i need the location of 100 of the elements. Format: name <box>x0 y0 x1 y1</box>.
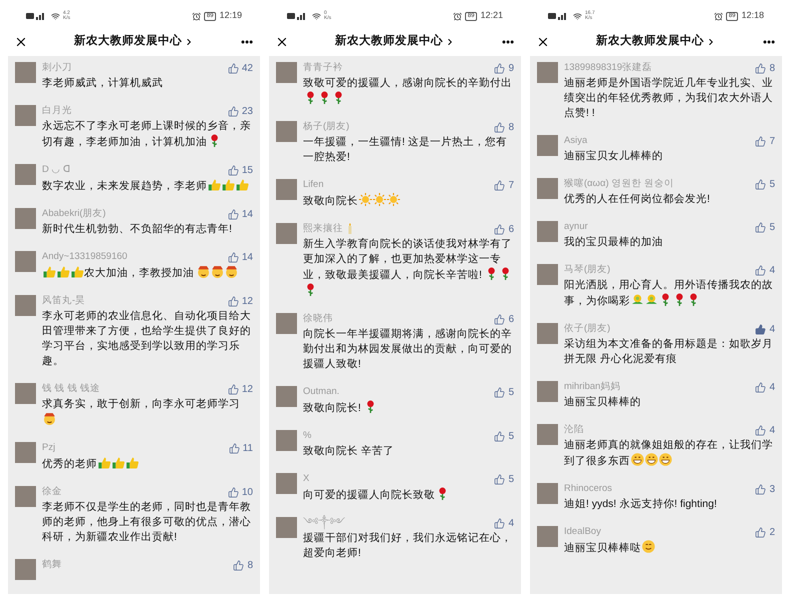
avatar-photo-placeholder <box>537 483 558 504</box>
comment-text: 求真务实，敢于创新，向李永可老师学习 <box>42 398 240 410</box>
alarm-icon <box>192 12 201 20</box>
grinning-face-icon <box>630 453 644 466</box>
commenter-name: 熙来攘往 <box>303 222 343 234</box>
avatar-photo-placeholder <box>276 473 297 494</box>
commenter-name: 青青子衿 <box>303 62 343 73</box>
like-button[interactable]: 6 <box>494 312 514 326</box>
comment-text: 援疆干部们对我们好，我们永远铭记在心，超爱向老师! <box>303 532 512 559</box>
commenter-name: 风笛丸-昊 <box>42 294 86 306</box>
thumbs-up-icon <box>56 265 70 278</box>
like-button[interactable]: 5 <box>755 176 775 192</box>
commenter-name: Pzj <box>42 442 56 453</box>
like-button[interactable]: 42 <box>228 60 253 76</box>
hat-face-icon <box>211 265 224 278</box>
commenter-name: % <box>303 430 312 441</box>
comment-text: 永远忘不了李永可老师上课时候的乡音，亲 <box>42 120 251 132</box>
thumbs-up-icon <box>494 180 506 190</box>
comment-text: 我的宝贝最棒的加油 <box>564 236 663 248</box>
comment-text: 迪丽老师真的就像姐姐般的存在，让我们学 <box>564 439 773 451</box>
commenter-name: Rhinoceros <box>564 482 612 494</box>
close-button[interactable] <box>275 35 289 49</box>
comment-text: 农大加油，李教授加油 <box>84 267 195 279</box>
comment-text: 阳光洒脱，用心育人。用外语传播我农的故 <box>564 279 773 291</box>
like-button[interactable]: 5 <box>494 472 514 486</box>
comment-text: 业，致敬最美援疆人，向院长辛苦啦! <box>303 269 483 281</box>
like-button[interactable]: 4 <box>755 262 775 278</box>
thumbs-up-icon <box>228 442 240 454</box>
close-button[interactable] <box>14 35 28 49</box>
like-button[interactable]: 15 <box>228 162 253 178</box>
like-button[interactable]: 5 <box>755 220 775 234</box>
avatar-photo-placeholder <box>537 264 558 285</box>
like-button[interactable]: 12 <box>228 294 253 308</box>
like-button[interactable]: 9 <box>494 60 514 76</box>
like-button[interactable]: 7 <box>755 134 775 148</box>
alarm-icon <box>452 12 462 20</box>
sun-icon <box>386 193 400 206</box>
thumbs-up-icon <box>494 474 506 484</box>
like-button[interactable]: 8 <box>494 120 514 134</box>
like-button[interactable]: 4 <box>755 422 775 438</box>
like-button[interactable]: 14 <box>228 206 253 222</box>
comment-text: 到了很多东西 <box>564 455 630 467</box>
like-button[interactable]: 8 <box>755 60 775 76</box>
like-button[interactable]: 11 <box>228 440 253 456</box>
commenter-name: mihriban妈妈 <box>564 380 620 392</box>
commenter-name: Outman. <box>303 386 340 397</box>
like-button[interactable]: 12 <box>228 382 253 396</box>
avatar-photo-placeholder <box>276 223 297 244</box>
thumbs-up-icon <box>228 486 239 498</box>
commenter-name: 徐金 <box>42 486 62 497</box>
thumbs-up-icon <box>755 264 766 276</box>
like-button[interactable]: 23 <box>228 104 253 118</box>
like-button[interactable]: 5 <box>494 428 514 444</box>
commenter-name: 猴噻(αωα) 영원한 원숭이 <box>564 178 674 189</box>
close-icon <box>536 35 550 49</box>
like-button[interactable]: 2 <box>755 524 775 540</box>
avatar-photo-placeholder <box>537 526 558 547</box>
like-button[interactable]: 10 <box>228 484 253 500</box>
thumbs-up-icon <box>70 265 84 278</box>
commenter-name: 刺小刀 <box>42 62 72 73</box>
avatar-photo-placeholder <box>15 486 36 507</box>
like-button[interactable]: 7 <box>494 178 514 192</box>
avatar-photo-placeholder <box>15 62 36 83</box>
thumbs-up-icon <box>755 324 766 334</box>
avatar-photo-placeholder <box>276 517 297 538</box>
thumbs-up-icon <box>42 265 56 278</box>
commenter-name: 依子(朋友) <box>564 322 610 334</box>
commenter-name: 沦陷 <box>564 424 584 435</box>
commenter-name: 13899898319张建磊 <box>564 62 652 73</box>
thumbs-up-icon <box>228 296 239 306</box>
avatar-photo-placeholder <box>15 164 36 185</box>
like-button[interactable]: 4 <box>755 380 775 394</box>
avatar-photo-placeholder <box>15 105 36 126</box>
comment-text: 迪姐! yyds! 永远支持你! fighting! <box>564 498 717 510</box>
like-button[interactable]: 6 <box>494 222 514 236</box>
commenter-name: 钱 钱 钱 钱途 <box>42 382 100 394</box>
wifi-icon <box>51 12 60 20</box>
like-button[interactable]: 5 <box>494 384 514 400</box>
comment-text: 优秀的老师 <box>42 458 97 470</box>
comment-text: 优秀的人在任何岗位都会发光! <box>564 193 710 205</box>
avatar-photo-placeholder <box>537 62 558 83</box>
flower-icon <box>630 293 644 306</box>
thumbs-up-icon <box>494 224 506 234</box>
like-button[interactable]: 4 <box>494 516 514 530</box>
like-button[interactable]: 4 <box>755 322 775 336</box>
hat-face-icon <box>42 412 56 425</box>
thumbs-up-icon <box>126 456 138 469</box>
like-button[interactable]: 14 <box>228 250 253 264</box>
comment-text: 迪丽老师是外国语学院近几年专业扎实、业绩突出的年轻优秀教师，为我们农大外语人点赞! ! <box>564 77 773 119</box>
avatar-photo-placeholder <box>276 62 297 83</box>
close-button[interactable] <box>536 35 550 49</box>
thumbs-up-icon <box>494 122 506 132</box>
hat-face-icon <box>197 265 210 278</box>
wifi-icon <box>573 12 582 20</box>
thumbs-up-icon <box>494 430 506 442</box>
thumbs-up-icon <box>208 178 220 191</box>
thumbs-up-icon <box>228 106 239 116</box>
like-button[interactable]: 8 <box>233 558 253 572</box>
like-button[interactable]: 3 <box>755 482 775 496</box>
comment-text: 李老师不仅是学生的老师，同时也是青年教师的老师，他身上有很多可敬的优点，潜心科研，为新疆农业作出贡献! <box>42 501 251 543</box>
